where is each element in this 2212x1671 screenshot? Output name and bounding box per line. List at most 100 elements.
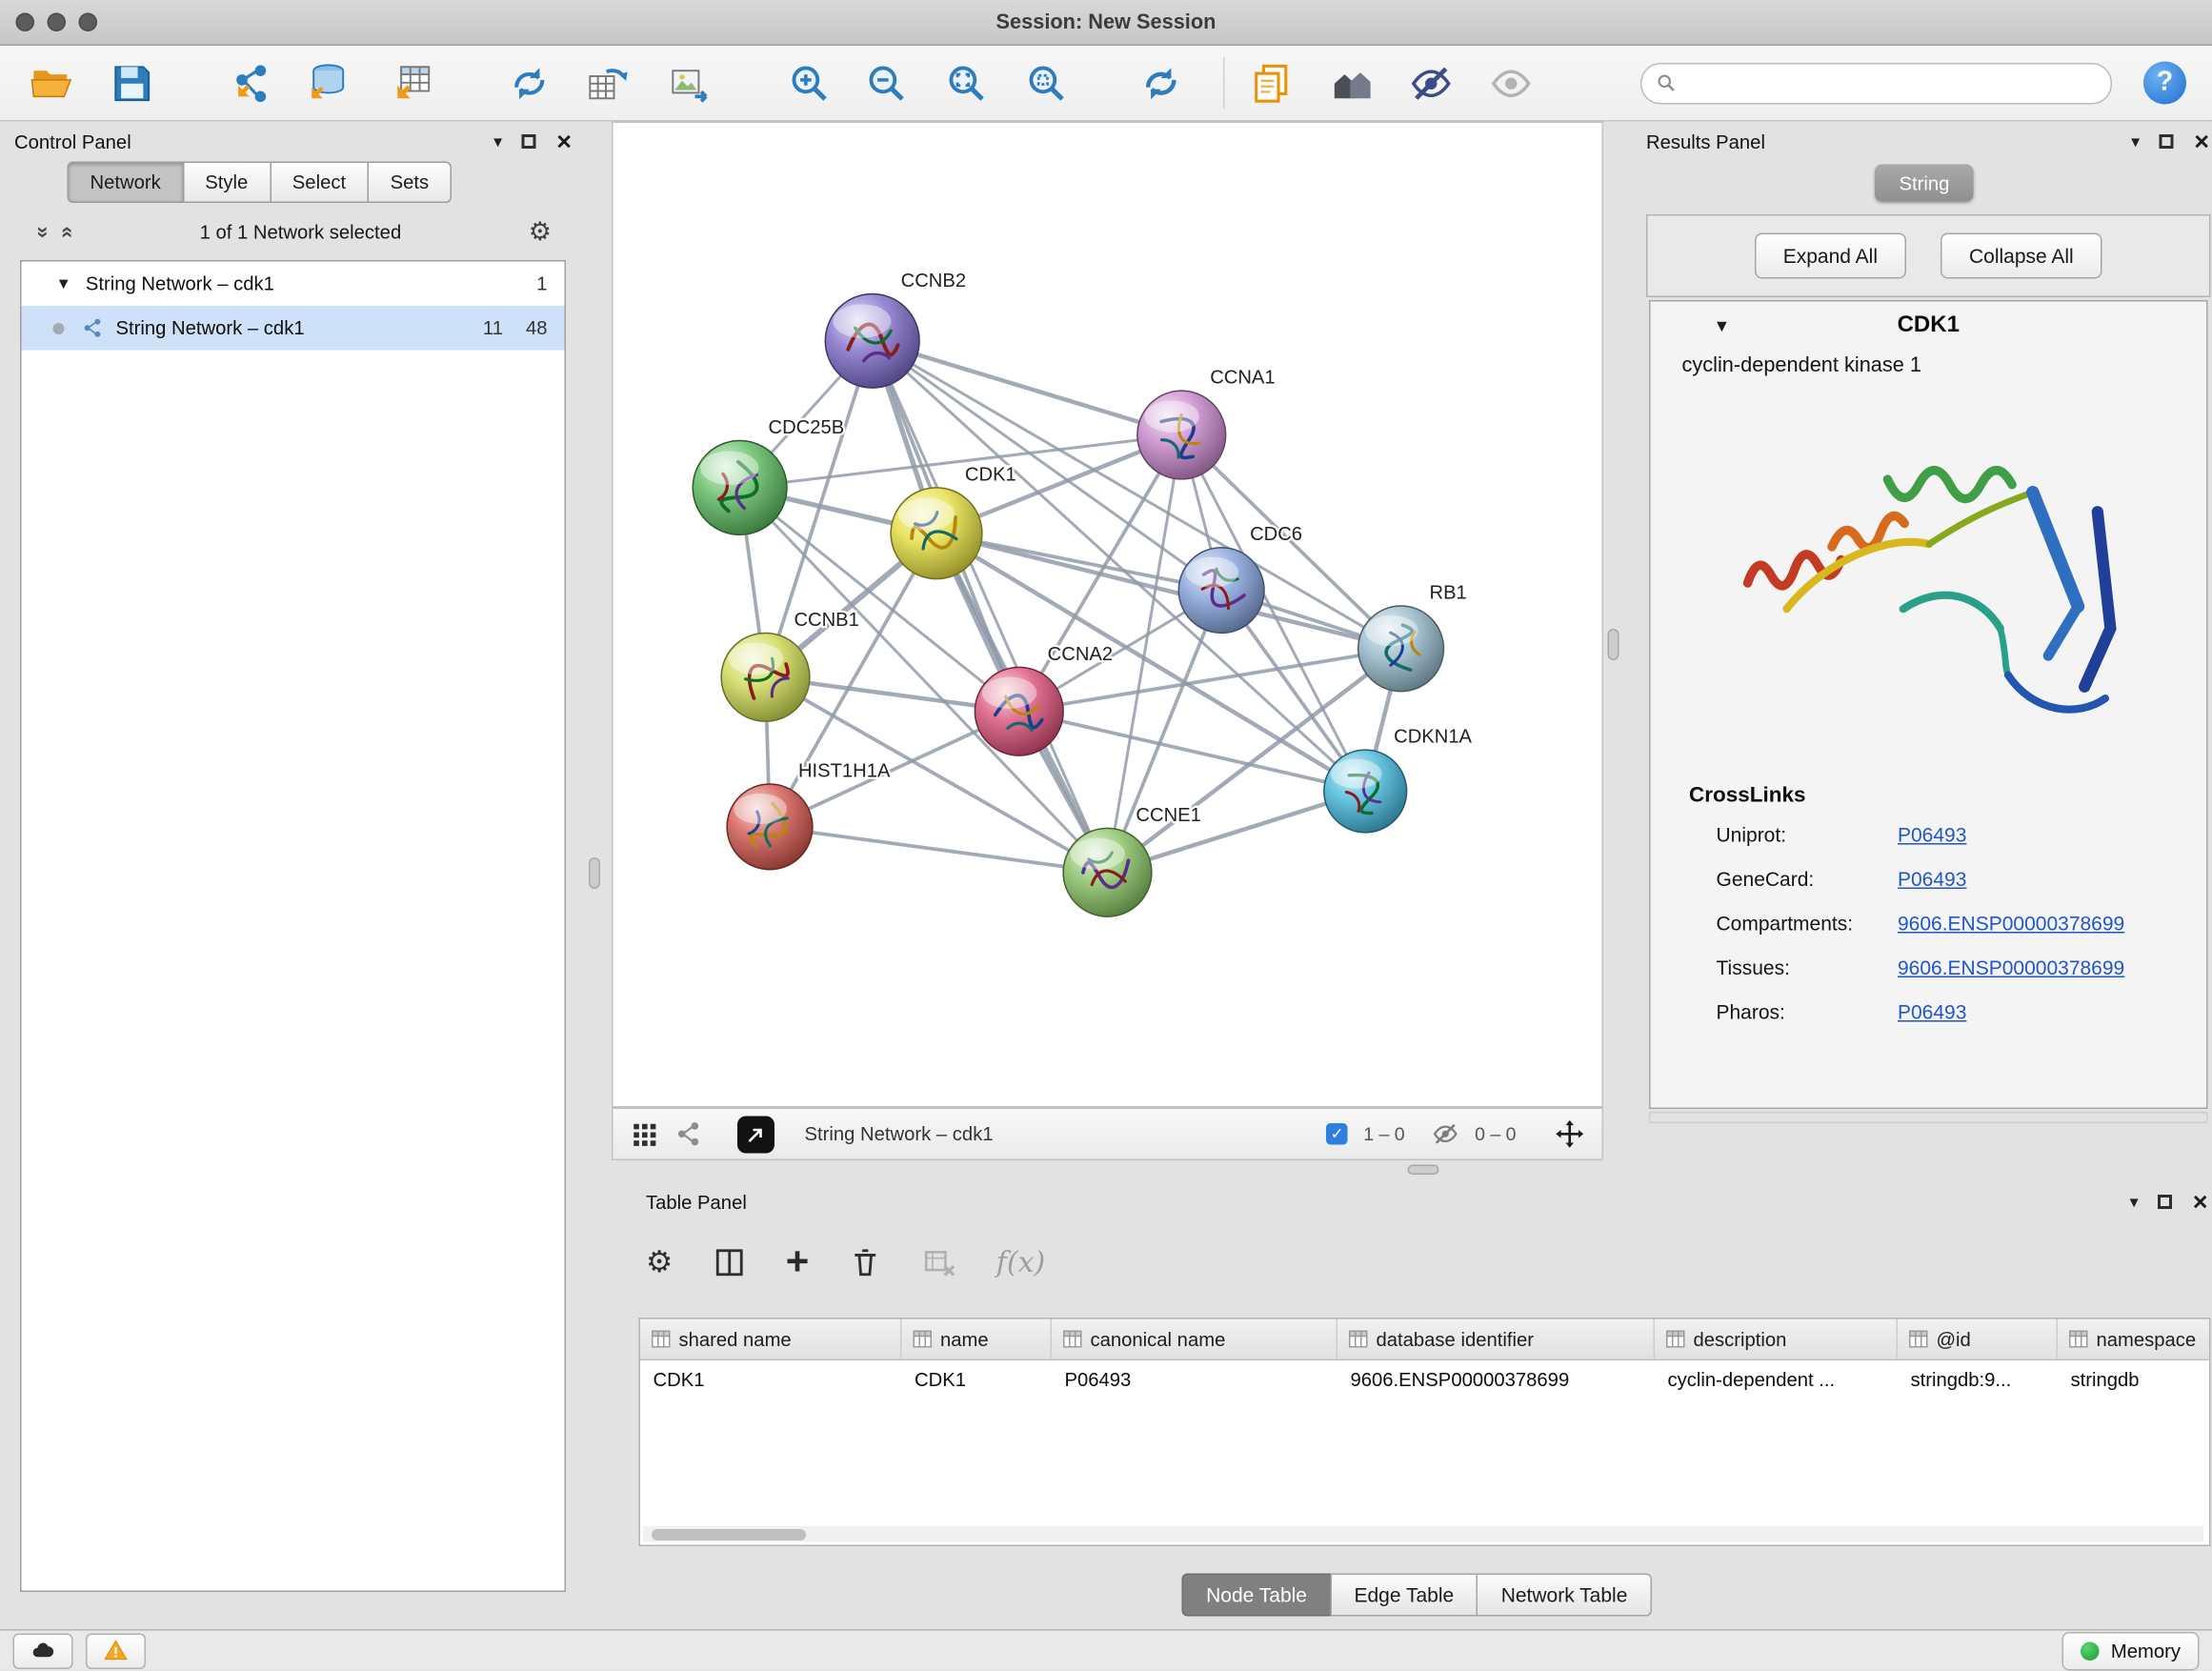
pan-move-icon[interactable] [1555,1119,1585,1150]
table-panel-float-icon[interactable] [2159,1195,2173,1209]
control-panel-close-icon[interactable]: × [556,129,572,154]
zoom-fit-button[interactable] [937,54,995,111]
save-session-button[interactable] [103,54,160,111]
right-splitter-handle[interactable] [1608,629,1619,660]
warnings-button[interactable] [86,1633,146,1669]
home-networks-button[interactable] [1322,54,1379,111]
network-options-gear-icon[interactable]: ⚙ [529,216,552,247]
search-input[interactable] [1685,70,2097,95]
apply-layout-button[interactable] [1132,54,1189,111]
cell-name[interactable]: CDK1 [902,1369,1053,1391]
hidden-eye-slash-icon[interactable] [1432,1120,1459,1148]
expand-all-networks-icon[interactable]: » [31,226,56,238]
selection-checkbox-icon[interactable]: ✓ [1326,1123,1348,1145]
delete-column-trash-icon[interactable] [848,1244,884,1280]
network-node-RB1[interactable]: RB1 [1358,583,1467,692]
network-node-CCNB2[interactable]: CCNB2 [825,271,966,388]
network-edge[interactable] [873,341,1182,435]
tab-style[interactable]: Style [182,162,271,204]
tab-sets[interactable]: Sets [368,162,452,204]
column-header-name[interactable]: name [902,1319,1053,1359]
network-edge[interactable] [1019,712,1365,792]
column-header-canonical-name[interactable]: canonical name [1052,1319,1337,1359]
network-node-HIST1H1A[interactable]: HIST1H1A [727,761,891,870]
search-box[interactable] [1640,62,2112,104]
table-row[interactable]: CDK1 CDK1 P06493 9606.ENSP00000378699 cy… [640,1360,2209,1399]
help-button[interactable]: ? [2143,62,2186,105]
column-header-namespace[interactable]: namespace [2058,1319,2211,1359]
network-list[interactable]: ▼ String Network – cdk1 1 String Network… [20,260,566,1592]
genecard-link[interactable]: P06493 [1898,867,1966,890]
network-node-CDKN1A[interactable]: CDKN1A [1324,727,1473,833]
network-node-CCNA1[interactable]: CCNA1 [1137,368,1276,479]
tab-edge-table[interactable]: Edge Table [1330,1574,1478,1617]
column-header-description[interactable]: description [1655,1319,1898,1359]
cell-shared-name[interactable]: CDK1 [640,1369,902,1391]
hide-selected-eye-slash-button[interactable] [1402,54,1459,111]
export-image-button[interactable] [660,54,717,111]
import-network-database-button[interactable] [297,54,354,111]
cell-description[interactable]: cyclin-dependent ... [1655,1369,1898,1391]
cloud-status-button[interactable] [13,1633,73,1669]
window-minimize-button[interactable] [48,13,67,32]
bottom-splitter-handle[interactable] [1408,1165,1439,1176]
compartments-link[interactable]: 9606.ENSP00000378699 [1898,911,2124,934]
show-columns-icon[interactable] [712,1244,748,1280]
network-node-CDC6[interactable]: CDC6 [1178,524,1302,633]
column-header-database-identifier[interactable]: database identifier [1337,1319,1655,1359]
collapse-all-button[interactable]: Collapse All [1941,233,2102,279]
import-network-file-button[interactable] [220,54,277,111]
results-tab-string[interactable]: String [1875,165,1974,202]
add-column-icon[interactable]: + [786,1242,810,1282]
node-table[interactable]: shared name name canonical name database… [639,1318,2211,1546]
zoom-in-button[interactable] [780,54,837,111]
network-edge[interactable] [936,534,1401,649]
column-header-id[interactable]: @id [1898,1319,2058,1359]
window-zoom-button[interactable] [79,13,98,32]
grid-view-icon[interactable] [631,1119,659,1148]
network-canvas[interactable]: CCNB2CCNA1CDC25BCDK1CDC6RB1CCNB1CCNA2CDK… [612,122,1603,1108]
control-panel-menu-icon[interactable]: ▾ [493,131,502,151]
network-graph[interactable]: CCNB2CCNA1CDC25BCDK1CDC6RB1CCNB1CCNA2CDK… [613,123,1602,1106]
network-node-CDK1[interactable]: CDK1 [891,464,1016,578]
cell-canonical-name[interactable]: P06493 [1052,1369,1337,1391]
cell-database-identifier[interactable]: 9606.ENSP00000378699 [1337,1369,1655,1391]
clone-network-button[interactable] [577,54,634,111]
zoom-selected-button[interactable] [1017,54,1075,111]
table-horizontal-scrollbar[interactable] [643,1526,2203,1542]
cell-id[interactable]: stringdb:9... [1898,1369,2058,1391]
show-all-eye-button[interactable] [1482,54,1539,111]
tab-network-table[interactable]: Network Table [1477,1574,1652,1617]
memory-button[interactable]: Memory [2062,1632,2200,1671]
collapse-all-networks-icon[interactable]: » [54,226,79,238]
table-panel-close-icon[interactable]: × [2193,1189,2208,1215]
network-row-selected[interactable]: String Network – cdk1 11 48 [22,306,565,351]
export-network-button[interactable] [737,1116,774,1153]
results-panel-menu-icon[interactable]: ▾ [2131,131,2140,151]
table-panel-menu-icon[interactable]: ▾ [2130,1192,2139,1212]
results-scrollbar[interactable] [1649,1112,2208,1123]
column-header-shared-name[interactable]: shared name [640,1319,902,1359]
network-edge[interactable] [873,341,1108,873]
open-session-button[interactable] [23,54,80,111]
tree-expander-icon[interactable]: ▼ [56,275,71,292]
new-network-from-selection-button[interactable] [500,54,557,111]
import-table-button[interactable] [383,54,440,111]
tab-node-table[interactable]: Node Table [1182,1574,1332,1617]
pharos-link[interactable]: P06493 [1898,999,1966,1022]
scrollbar-thumb[interactable] [652,1528,806,1540]
network-edge[interactable] [770,827,1107,873]
uniprot-link[interactable]: P06493 [1898,822,1966,845]
copy-document-button[interactable] [1242,54,1299,111]
cell-namespace[interactable]: stringdb [2058,1369,2211,1391]
zoom-out-button[interactable] [857,54,915,111]
tab-select[interactable]: Select [270,162,369,204]
network-node-CDC25B[interactable]: CDC25B [693,417,844,534]
tissues-link[interactable]: 9606.ENSP00000378699 [1898,956,2124,978]
network-collection-row[interactable]: ▼ String Network – cdk1 1 [22,262,565,307]
results-panel-close-icon[interactable]: × [2194,129,2209,154]
results-panel-float-icon[interactable] [2160,134,2174,149]
window-close-button[interactable] [16,13,35,32]
control-panel-float-icon[interactable] [522,134,536,149]
table-settings-gear-icon[interactable]: ⚙ [646,1244,673,1280]
